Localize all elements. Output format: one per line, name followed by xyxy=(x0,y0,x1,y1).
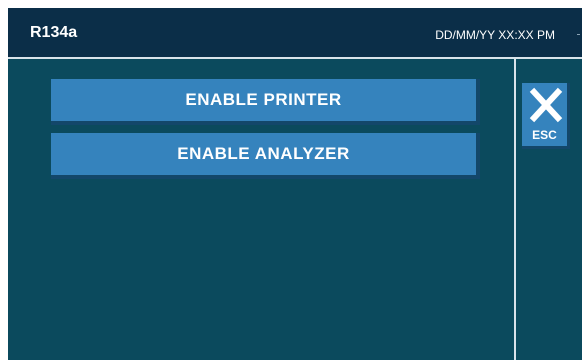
datetime-display: DD/MM/YY XX:XX PM xyxy=(435,28,555,42)
header-bar: R134a DD/MM/YY XX:XX PM xyxy=(8,8,582,59)
header-divider-mark xyxy=(577,34,580,35)
enable-printer-button[interactable]: ENABLE PRINTER xyxy=(51,79,480,125)
close-icon xyxy=(529,87,563,123)
refrigerant-title: R134a xyxy=(30,24,78,41)
device-screen: R134a DD/MM/YY XX:XX PM ENABLE PRINTER E… xyxy=(8,8,582,360)
side-panel-divider xyxy=(514,59,516,360)
esc-button[interactable]: ESC xyxy=(522,83,570,149)
enable-analyzer-label: ENABLE ANALYZER xyxy=(177,144,350,163)
enable-analyzer-button[interactable]: ENABLE ANALYZER xyxy=(51,133,480,179)
enable-printer-label: ENABLE PRINTER xyxy=(185,90,342,109)
esc-label: ESC xyxy=(532,128,557,142)
